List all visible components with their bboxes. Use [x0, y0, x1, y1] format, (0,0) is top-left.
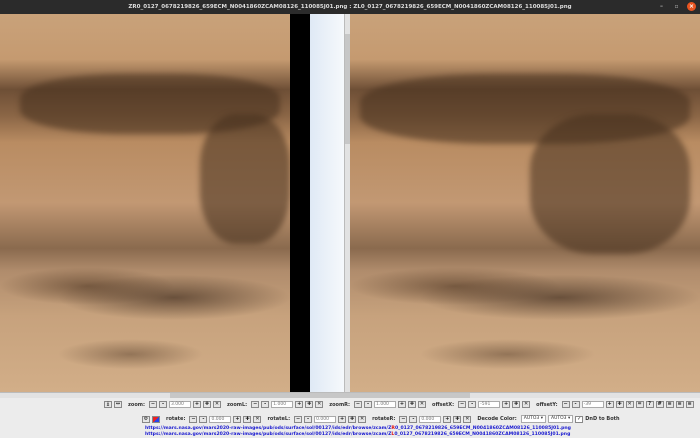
close-button[interactable]: × [687, 2, 696, 11]
rotateL-input[interactable]: 0.000 [314, 416, 336, 423]
offsetX-label: offsetX: [432, 402, 454, 408]
rotate-increase-big[interactable]: ✚ [243, 416, 251, 423]
rotate-input[interactable]: 0.000 [209, 416, 231, 423]
offsetY-increase-big[interactable]: ✚ [616, 401, 624, 408]
grid-icon[interactable]: # [656, 401, 664, 408]
rotate-decrease[interactable]: - [199, 416, 207, 423]
rotateL-decrease-big[interactable]: − [294, 416, 302, 423]
title-bar: ZR0_0127_0678219826_659ECM_N0041860ZCAM0… [0, 0, 700, 14]
decode-right-select[interactable]: AUTO3 ▾ [548, 415, 573, 423]
offsetY-decrease[interactable]: - [572, 401, 580, 408]
rotate-label: rotate: [166, 416, 185, 422]
rotateR-decrease[interactable]: - [409, 416, 417, 423]
help-icon[interactable]: ? [646, 401, 654, 408]
zoom-reset[interactable]: ✕ [213, 401, 221, 408]
window-title: ZR0_0127_0678219826_659ECM_N0041860ZCAM0… [128, 4, 571, 10]
offsetY-input[interactable]: -39 [582, 401, 604, 408]
zoomL-increase[interactable]: + [295, 401, 303, 408]
align-center-icon[interactable]: ≡ [686, 401, 694, 408]
zoom-decrease[interactable]: - [159, 401, 167, 408]
zoomL-input[interactable]: 1.000 [271, 401, 293, 408]
rotateR-increase[interactable]: + [443, 416, 451, 423]
zoomL-decrease-big[interactable]: − [251, 401, 259, 408]
offsetX-decrease[interactable]: - [468, 401, 476, 408]
left-image-panel[interactable] [0, 14, 290, 392]
offsetY-reset[interactable]: ✕ [626, 401, 634, 408]
zoomR-increase-big[interactable]: ✚ [408, 401, 416, 408]
rotate-decrease-big[interactable]: − [189, 416, 197, 423]
decode-left-select[interactable]: AUTO3 ▾ [521, 415, 546, 423]
zoomR-decrease[interactable]: - [364, 401, 372, 408]
zoomL-increase-big[interactable]: ✚ [305, 401, 313, 408]
zoomL-label: zoomL: [227, 402, 247, 408]
rotateL-label: rotateL: [267, 416, 290, 422]
link-suffix: 0_0127_0678219826_659ECM_N0041860ZCAM081… [395, 426, 571, 431]
offsetX-reset[interactable]: ✕ [522, 401, 530, 408]
image-gap [310, 14, 344, 392]
rotate-reset[interactable]: ✕ [253, 416, 261, 423]
rotateR-input[interactable]: 0.000 [419, 416, 441, 423]
zoomL-reset[interactable]: ✕ [315, 401, 323, 408]
image-border [290, 14, 310, 392]
dnd-label: DnD to Both [585, 416, 619, 422]
link-prefix: https://mars.nasa.gov/mars2020-raw-image… [145, 432, 391, 437]
zoomR-decrease-big[interactable]: − [354, 401, 362, 408]
offsetX-decrease-big[interactable]: − [458, 401, 466, 408]
offsetX-input[interactable]: -591 [478, 401, 500, 408]
toolbar-rotate-decode: ⚙ rotate: −- 0.000 +✚✕ rotateL: −- 0.000… [142, 415, 620, 423]
rotateR-increase-big[interactable]: ✚ [453, 416, 461, 423]
horizontal-scrollbar[interactable] [0, 392, 700, 398]
gear-icon[interactable]: ⚙ [142, 416, 150, 423]
toolbar-zoom-offset: ⤓ ↔ zoom: −- 3.000 +✚✕ zoomL: −- 1.000 +… [104, 401, 694, 408]
zoomR-input[interactable]: 1.000 [374, 401, 396, 408]
rotate-increase[interactable]: + [233, 416, 241, 423]
offsetY-increase[interactable]: + [606, 401, 614, 408]
zoom-increase-big[interactable]: ✚ [203, 401, 211, 408]
dnd-checkbox[interactable]: ✓ [575, 416, 583, 423]
rotateR-decrease-big[interactable]: − [399, 416, 407, 423]
rotateL-decrease[interactable]: - [304, 416, 312, 423]
right-image-link[interactable]: https://mars.nasa.gov/mars2020-raw-image… [145, 426, 571, 431]
offsetY-label: offsetY: [536, 402, 557, 408]
rotateL-increase-big[interactable]: ✚ [348, 416, 356, 423]
left-image-link[interactable]: https://mars.nasa.gov/mars2020-raw-image… [145, 432, 570, 437]
rotateR-reset[interactable]: ✕ [463, 416, 471, 423]
rotateL-increase[interactable]: + [338, 416, 346, 423]
zoom-decrease-big[interactable]: − [149, 401, 157, 408]
offsetY-decrease-big[interactable]: − [562, 401, 570, 408]
zoom-input[interactable]: 3.000 [169, 401, 191, 408]
offsetX-increase-big[interactable]: ✚ [512, 401, 520, 408]
equals-icon[interactable]: = [636, 401, 644, 408]
swap-icon[interactable]: ↔ [114, 401, 122, 408]
zoomR-reset[interactable]: ✕ [418, 401, 426, 408]
rotateR-label: rotateR: [372, 416, 395, 422]
zoom-increase[interactable]: + [193, 401, 201, 408]
right-image-panel[interactable] [350, 14, 700, 392]
color-icon[interactable] [152, 416, 160, 423]
minimize-button[interactable]: – [657, 2, 666, 11]
zoomL-decrease[interactable]: - [261, 401, 269, 408]
zoom-label: zoom: [128, 402, 145, 408]
decode-color-label: Decode Color: [477, 416, 516, 422]
decode-left-value: AUTO3 [524, 416, 540, 421]
zoomR-label: zoomR: [329, 402, 350, 408]
offsetX-increase[interactable]: + [502, 401, 510, 408]
rotateL-reset[interactable]: ✕ [358, 416, 366, 423]
decode-right-value: AUTO3 [551, 416, 567, 421]
zoomR-increase[interactable]: + [398, 401, 406, 408]
link-suffix: 0_0127_0678219826_659ECM_N0041860ZCAM081… [394, 432, 570, 437]
link-prefix: https://mars.nasa.gov/mars2020-raw-image… [145, 426, 391, 431]
download-icon[interactable]: ⤓ [104, 401, 112, 408]
maximize-button[interactable]: ▫ [672, 2, 681, 11]
align-right-icon[interactable]: ≡ [676, 401, 684, 408]
align-left-icon[interactable]: ≡ [666, 401, 674, 408]
